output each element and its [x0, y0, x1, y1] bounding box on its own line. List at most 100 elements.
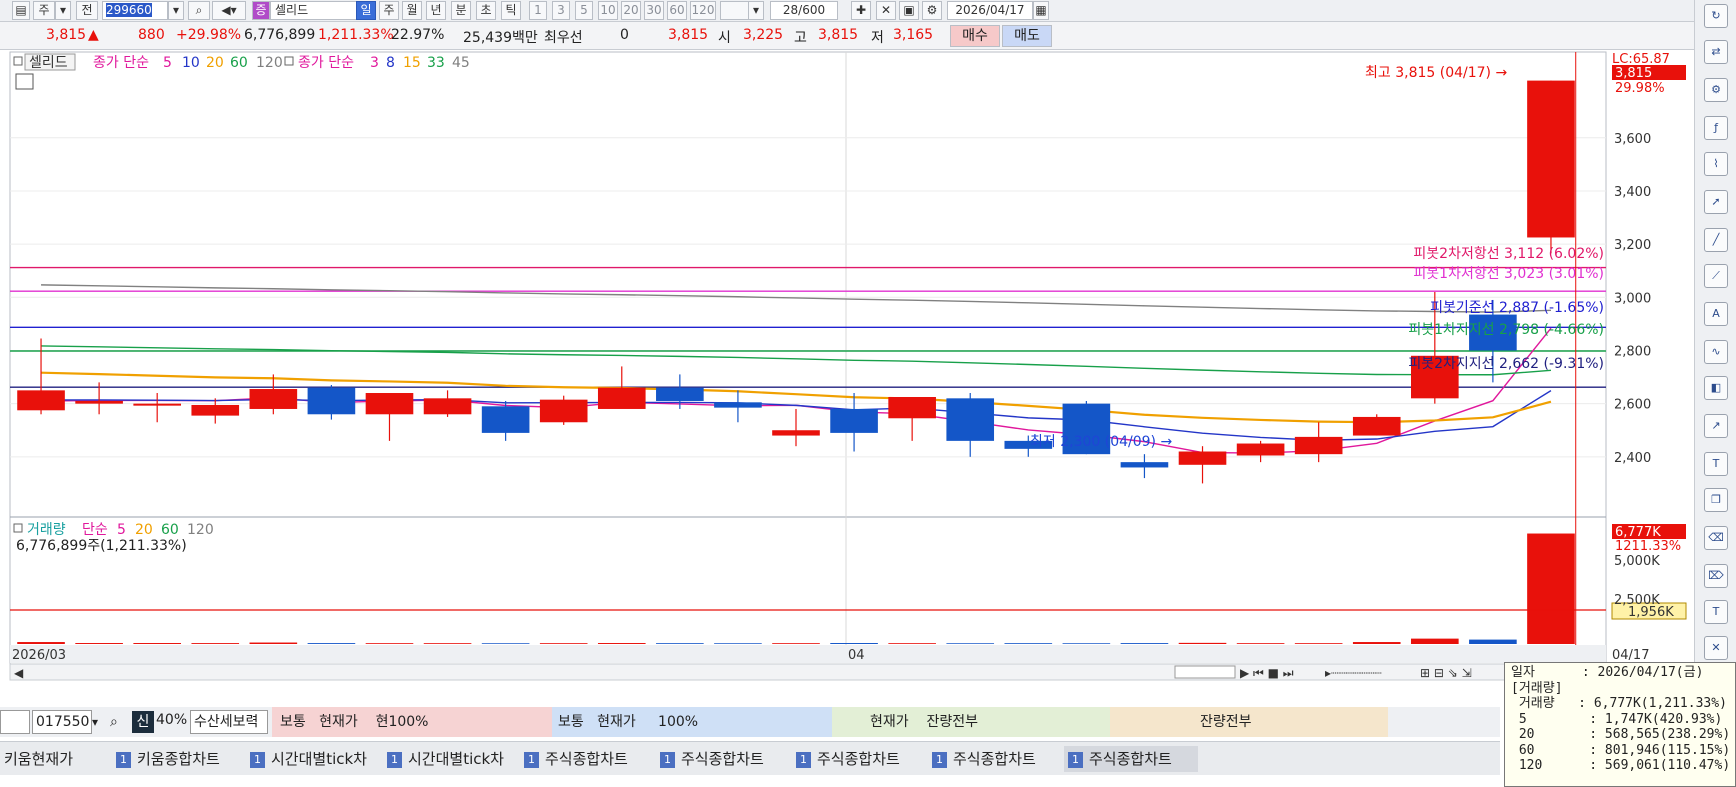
order-blank-field[interactable] — [0, 710, 30, 734]
eraser-icon[interactable]: ⌫ — [1704, 526, 1728, 550]
period-year[interactable]: 년 — [426, 1, 446, 20]
price-axis-tick: 2,400 — [1614, 451, 1651, 466]
layout-icon[interactable]: ▤ — [12, 1, 30, 20]
chevron-down-icon[interactable]: ▾ — [92, 710, 108, 734]
buy-button[interactable]: 매수 — [950, 25, 1000, 47]
zoom-icon[interactable]: ✚ — [851, 1, 871, 20]
candle-icon[interactable]: ◧ — [1704, 376, 1728, 400]
period-minute[interactable]: 분 — [451, 1, 471, 20]
chevron-down-icon[interactable]: ▾ — [55, 1, 71, 20]
date-field[interactable]: 2026/04/17 — [947, 1, 1033, 20]
settings-icon[interactable]: ⚙ — [1704, 78, 1728, 102]
count-display[interactable]: 28/600 — [770, 1, 838, 20]
candle-body — [1236, 443, 1285, 456]
period-day[interactable]: 일 — [356, 1, 376, 20]
legend-ma10: 10 — [182, 55, 200, 71]
line-icon[interactable]: ╱ — [1704, 228, 1728, 252]
period-month[interactable]: 월 — [402, 1, 422, 20]
search-icon[interactable]: ⌕ — [188, 1, 210, 20]
tab-tick-chart-1[interactable]: 1 시간대별tick차 — [246, 746, 382, 772]
vol-legend-ma-label: 단순 — [82, 522, 108, 538]
refresh-icon[interactable]: ↻ — [1704, 4, 1728, 28]
trend-line-icon[interactable]: ⟋ — [1704, 264, 1728, 288]
tab-stock-chart-2[interactable]: 1 주식종합차트 — [656, 746, 790, 772]
stock-name-field[interactable]: 셀리드 — [270, 1, 362, 20]
tab-number: 1 — [250, 752, 265, 768]
modify-order-qty: 잔량전부 — [926, 714, 978, 730]
chevron-down-icon[interactable]: ▾ — [748, 1, 764, 20]
volume-bar — [1294, 643, 1343, 644]
sell-button[interactable]: 매도 — [1002, 25, 1052, 47]
copy-icon[interactable]: ❐ — [1704, 488, 1728, 512]
credit-badge[interactable]: 신 — [132, 711, 154, 733]
calendar-icon[interactable]: ▦ — [1033, 1, 1049, 20]
cursor-icon[interactable]: ➚ — [1704, 190, 1728, 214]
text-tool-icon[interactable]: T — [1704, 452, 1728, 476]
account-input[interactable]: 017550 — [32, 710, 92, 734]
tab-label: 주식종합차트 — [817, 750, 900, 768]
tab-label: 주식종합차트 — [953, 750, 1036, 768]
buy-order-segment[interactable]: 보통 현재가 현100% — [272, 707, 552, 737]
volume-ratio: 1,211.33% — [318, 27, 394, 43]
erase-all-icon[interactable]: ⌦ — [1704, 564, 1728, 588]
arrow-tool-icon[interactable]: ↗ — [1704, 414, 1728, 438]
buy-order-price: 현재가 — [319, 714, 358, 730]
grid-table-icon[interactable] — [15, 73, 34, 90]
interval-3[interactable]: 3 — [552, 1, 570, 20]
fee-field[interactable]: 수산세보력 — [190, 710, 268, 734]
formula-icon[interactable]: ƒ — [1704, 116, 1728, 140]
cancel-order-segment[interactable]: 잔량전부 — [1110, 707, 1388, 737]
volume-bar — [888, 643, 936, 644]
tab-kiwoom-price[interactable]: 키움현재가 — [0, 746, 108, 772]
interval-30[interactable]: 30 — [644, 1, 664, 20]
chevron-down-icon[interactable]: ▾ — [168, 1, 184, 20]
volume-bar — [946, 643, 995, 644]
candle-body — [133, 403, 181, 406]
modify-order-segment[interactable]: 현재가 잔량전부 — [832, 707, 1110, 737]
close-icon[interactable]: ✕ — [1704, 636, 1728, 660]
vol-axis-tick: 2,500K — [1614, 593, 1660, 608]
period-second[interactable]: 초 — [476, 1, 496, 20]
min-label: 최저 2,300 (04/09) → — [1030, 434, 1172, 450]
interval-20[interactable]: 20 — [621, 1, 641, 20]
period-week[interactable]: 주 — [379, 1, 399, 20]
save-icon[interactable]: ▣ — [899, 1, 919, 20]
tab-stock-chart-5[interactable]: 1 주식종합차트 — [1064, 746, 1198, 772]
sell-order-segment[interactable]: 보통 현재가 100% — [552, 707, 832, 737]
stock-code-input[interactable]: 299660 — [102, 1, 168, 20]
auto-trend-icon[interactable]: A — [1704, 302, 1728, 326]
speaker-icon[interactable]: ◀▾ — [212, 1, 246, 20]
volume-bar — [597, 643, 646, 644]
table-icon[interactable]: T — [1704, 600, 1728, 624]
period-tick[interactable]: 틱 — [501, 1, 521, 20]
chart-frame — [9, 51, 1607, 681]
tab-stock-chart-1[interactable]: 1 주식종합차트 — [520, 746, 654, 772]
scope-select[interactable]: 전 — [76, 1, 98, 20]
tab-kiwoom-chart[interactable]: 1 키움종합차트 — [112, 746, 246, 772]
interval-5[interactable]: 5 — [575, 1, 593, 20]
legend-ma-label: 종가 단순 — [93, 55, 149, 71]
search-icon[interactable]: ⌕ — [110, 710, 130, 734]
tab-stock-chart-4[interactable]: 1 주식종합차트 — [928, 746, 1062, 772]
tab-tick-chart-2[interactable]: 1 시간대별tick차 — [383, 746, 519, 772]
tab-stock-chart-3[interactable]: 1 주식종합차트 — [792, 746, 926, 772]
cross-icon[interactable]: ✕ — [876, 1, 896, 20]
scroll-thumb[interactable] — [1174, 665, 1236, 679]
indicator-icon[interactable]: ⌇ — [1704, 152, 1728, 176]
price-chart[interactable]: 2,4002,6002,8003,0003,2003,4003,600 셀리드 … — [0, 50, 1694, 690]
swap-icon[interactable]: ⇄ — [1704, 40, 1728, 64]
interval-120[interactable]: 120 — [690, 1, 716, 20]
interval-60[interactable]: 60 — [667, 1, 687, 20]
wave-icon[interactable]: ∿ — [1704, 340, 1728, 364]
tab-label: 주식종합차트 — [1089, 750, 1172, 768]
scroll-left-icon[interactable]: ◀ — [14, 666, 24, 680]
price-change: 880 — [138, 27, 165, 43]
interval-1[interactable]: 1 — [529, 1, 547, 20]
best-bid-qty: 0 — [620, 27, 629, 43]
interval-10[interactable]: 10 — [598, 1, 618, 20]
zoom-slider-icon[interactable]: ▸┈┈┈┈┈┈┈ — [1325, 666, 1382, 680]
view-mode-icons[interactable]: ⊞ ⊟ ⇘ ⇲ — [1420, 666, 1472, 680]
chart-type-select[interactable]: 주 — [33, 1, 55, 20]
playback-controls-icon[interactable]: ▶ ⏮ ■ ⏭ — [1240, 666, 1294, 680]
gear-icon[interactable]: ⚙ — [922, 1, 942, 20]
